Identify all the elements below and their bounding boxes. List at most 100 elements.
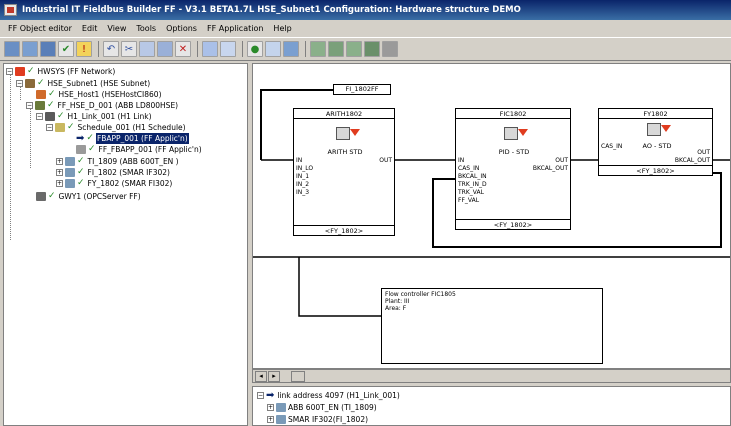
import-icon[interactable] [364,41,380,57]
function-block-arith[interactable]: ARITH1802 ARITH STD IN IN_LO IN_1 IN_2 I… [293,108,395,236]
tree-item[interactable]: + SMAR IF302(FI_1802) [267,414,368,425]
menu-view[interactable]: View [103,24,132,33]
function-block-pid[interactable]: FIC1802 PID - STD IN CAS_IN BKCAL_IN TRK… [455,108,571,230]
input-pin[interactable]: FF_VAL [458,197,479,204]
transmitter-icon [276,403,286,412]
output-pin[interactable]: BKCAL_OUT [533,165,568,172]
tree-item-label: GWY1 (OPCServer FF) [58,192,141,201]
output-pin[interactable]: OUT [379,157,392,164]
collapse-icon[interactable]: − [46,124,53,131]
input-pin[interactable]: IN [296,157,302,164]
grid-icon[interactable] [4,41,20,57]
expand-icon[interactable]: + [267,404,274,411]
tree-item[interactable]: − ✓ FF_HSE_D_001 (ABB LD800HSE) [26,100,179,111]
tree-connector-line [10,74,11,240]
save-icon[interactable] [40,41,56,57]
tree-item[interactable]: ✓ HSE_Host1 (HSEHostCI860) [36,89,163,100]
host-icon [36,90,46,99]
input-pin[interactable]: CAS_IN [601,143,622,150]
warning-icon[interactable]: ! [76,41,92,57]
input-pin[interactable]: CAS_IN [458,165,479,172]
function-block-diagram[interactable]: FI_1802FF ARITH1802 ARITH STD IN IN_LO I… [252,63,731,369]
collapse-icon[interactable]: − [6,68,13,75]
tree-item[interactable]: + ABB 600T_EN (TI_1809) [267,402,377,413]
tree-item[interactable]: + ✓ FY_1802 (SMAR FI302) [56,178,173,189]
tools-icon[interactable] [265,41,281,57]
input-pin[interactable]: IN_3 [296,189,309,196]
scroll-thumb[interactable] [291,370,305,382]
upload-icon[interactable] [328,41,344,57]
check-icon[interactable]: ✔ [58,41,74,57]
input-pin[interactable]: IN [458,157,464,164]
tree-item[interactable]: − ✓ Schedule_001 (H1 Schedule) [46,122,187,133]
horizontal-scrollbar[interactable]: ◂ ▸ [252,369,731,383]
expand-icon[interactable]: + [56,158,63,165]
menu-edit[interactable]: Edit [78,24,104,33]
tree-item[interactable]: + ✓ FI_1802 (SMAR IF302) [56,167,171,178]
toolbar-separator [98,41,99,57]
toolbar-separator [242,41,243,57]
annotation-note[interactable]: Flow controller FIC1805 Plant: III Area:… [381,288,603,364]
block-footer: <FY_1802> [294,225,394,235]
scroll-left-icon[interactable]: ◂ [255,370,267,382]
status-flag-icon [518,129,528,136]
check-icon: ✓ [77,156,85,166]
cut-icon[interactable]: ✂ [121,41,137,57]
tree-item[interactable]: + ✓ TI_1809 (ABB 600T_EN ) [56,156,180,167]
delete-icon[interactable]: ✕ [175,41,191,57]
tree-item[interactable]: ➡ ✓ FBAPP_001 (FF Applic'n) [76,133,189,144]
input-pin[interactable]: TRK_IN_D [458,181,487,188]
input-tag-box[interactable]: FI_1802FF [333,84,391,95]
collapse-icon[interactable]: − [26,102,33,109]
table-icon[interactable] [202,41,218,57]
input-pin[interactable]: TRK_VAL [458,189,484,196]
menu-tools[interactable]: Tools [132,24,162,33]
input-pin[interactable]: IN_1 [296,173,309,180]
expand-icon[interactable]: + [267,416,274,423]
refresh-icon[interactable]: ● [247,41,263,57]
paste-icon[interactable] [157,41,173,57]
input-pin[interactable]: IN_LO [296,165,313,172]
scroll-right-icon[interactable]: ▸ [268,370,280,382]
menu-ff-application[interactable]: FF Application [203,24,269,33]
tree-item[interactable]: ✓ FF_FBAPP_001 (FF Applic'n) [76,144,203,155]
undo-icon[interactable]: ↶ [103,41,119,57]
menu-ff-object-editor[interactable]: FF Object editor [4,24,78,33]
tree-item[interactable]: ✓ GWY1 (OPCServer FF) [36,191,142,202]
check-icon: ✓ [77,178,85,188]
expand-icon[interactable]: + [56,180,63,187]
export-icon[interactable] [346,41,362,57]
status-flag-icon [661,125,671,132]
tree-item-label: TI_1809 (ABB 600T_EN ) [87,157,179,166]
transmitter-icon [276,415,286,424]
expand-icon[interactable]: + [56,169,63,176]
image-icon[interactable] [220,41,236,57]
output-pin[interactable]: BKCAL_OUT [675,157,710,164]
tile-icon[interactable] [382,41,398,57]
block-type: PID - STD [498,148,530,156]
collapse-icon[interactable]: − [36,113,43,120]
collapse-icon[interactable]: − [16,80,23,87]
settings-icon[interactable] [283,41,299,57]
hardware-tree[interactable]: − ✓ HWSYS (FF Network) − ✓ HSE_Subnet1 (… [3,63,248,426]
tree-item-label: FBAPP_001 (FF Applic'n) [95,133,189,144]
tree-item[interactable]: − ✓ H1_Link_001 (H1 Link) [36,111,153,122]
tree-item[interactable]: − ✓ HWSYS (FF Network) [6,66,116,77]
input-pin[interactable]: BKCAL_IN [458,173,487,180]
output-pin[interactable]: OUT [697,149,710,156]
tree-item[interactable]: − ✓ HSE_Subnet1 (HSE Subnet) [16,78,151,89]
toolbar-separator [305,41,306,57]
note-line: Flow controller FIC1805 [385,291,456,298]
copy-icon[interactable] [139,41,155,57]
tree-item[interactable]: − ➡ link address 4097 (H1_Link_001) [257,390,400,401]
toolbar-separator [197,41,198,57]
collapse-icon[interactable]: − [257,392,264,399]
output-pin[interactable]: OUT [555,157,568,164]
menu-options[interactable]: Options [162,24,203,33]
function-block-ao[interactable]: FY1802 AO - STD CAS_IN OUT BKCAL_OUT <FY… [598,108,713,176]
download-icon[interactable] [310,41,326,57]
menu-help[interactable]: Help [269,24,297,33]
grid2-icon[interactable] [22,41,38,57]
input-pin[interactable]: IN_2 [296,181,309,188]
link-tree[interactable]: − ➡ link address 4097 (H1_Link_001) + AB… [252,386,731,426]
